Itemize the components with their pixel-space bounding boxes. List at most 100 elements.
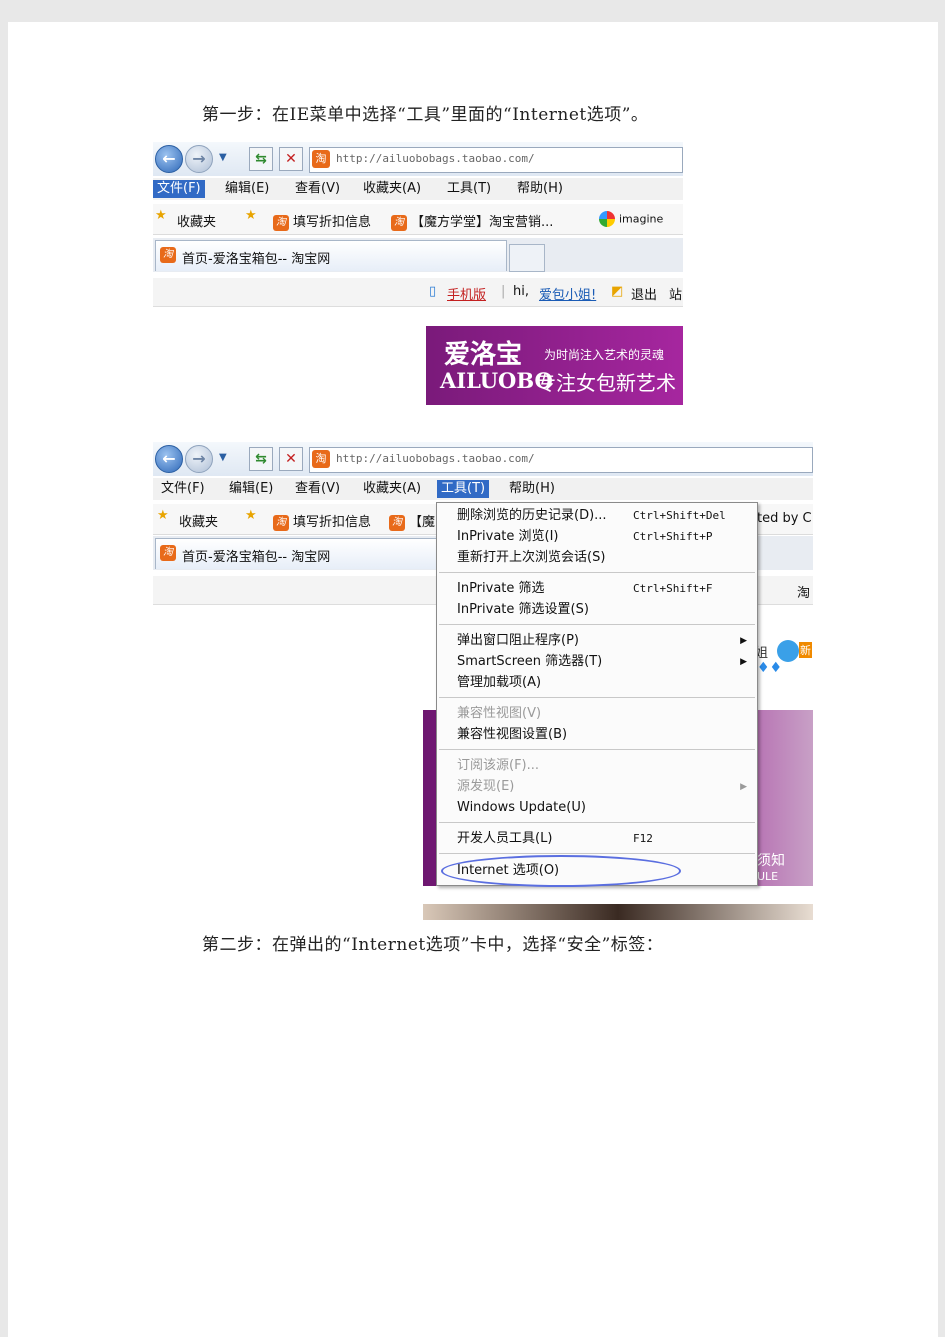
fav-link-1[interactable]: 淘填写折扣信息 xyxy=(273,211,371,231)
step1-text: 第一步：在IE菜单中选择“工具”里面的“Internet选项”。 xyxy=(202,105,649,125)
stop-button[interactable]: ✕ xyxy=(279,447,303,471)
back-button[interactable]: ← xyxy=(155,145,183,173)
star-icon: ★ xyxy=(155,208,167,223)
nav-bar: ← → ▼ ⇆ ✕ 淘 http://ailuobobags.taobao.co… xyxy=(153,142,683,176)
menu-inprivate-browse[interactable]: InPrivate 浏览(I) Ctrl+Shift+P xyxy=(457,527,751,547)
fav-extra-text: ted by C xyxy=(757,511,812,526)
menu-subscribe-feed: 订阅该源(F)... xyxy=(457,758,540,773)
taobao-icon: 淘 xyxy=(160,247,176,263)
site-link[interactable]: 站 xyxy=(669,284,682,303)
menu-help[interactable]: 帮助(H) xyxy=(513,180,567,198)
nav-bar: ← → ▼ ⇆ ✕ 淘 http://ailuobobags.taobao.co… xyxy=(153,442,813,476)
tab-title: 首页-爱洛宝箱包-- 淘宝网 xyxy=(182,550,331,565)
favorites-bar: ★ 收藏夹 ★ 淘填写折扣信息 淘【魔方学堂】淘宝营销... imagine xyxy=(153,204,683,235)
menu-reopen-session[interactable]: 重新打开上次浏览会话(S) xyxy=(457,548,751,568)
diamond-icon: ♦♦ xyxy=(757,660,783,676)
chevron-down-icon[interactable]: ▼ xyxy=(219,152,227,163)
address-url: http://ailuobobags.taobao.com/ xyxy=(336,152,535,165)
menu-edit[interactable]: 编辑(E) xyxy=(221,180,273,198)
new-tab-button[interactable] xyxy=(509,244,545,272)
highlight-ellipse xyxy=(441,855,681,887)
tab-bar: 淘 首页-爱洛宝箱包-- 淘宝网 xyxy=(153,238,683,272)
menu-bar: 文件(F) 编辑(E) 查看(V) 收藏夹(A) 工具(T) 帮助(H) xyxy=(153,178,683,200)
notice-text: 须知 xyxy=(757,853,785,869)
step2-text: 第二步：在弹出的“Internet选项”卡中，选择“安全”标签： xyxy=(202,935,664,955)
menu-tools[interactable]: 工具(T) xyxy=(437,480,490,498)
menu-file[interactable]: 文件(F) xyxy=(157,480,209,498)
menu-inprivate-filter[interactable]: InPrivate 筛选 Ctrl+Shift+F xyxy=(457,579,751,599)
menu-developer-tools[interactable]: 开发人员工具(L) F12 xyxy=(457,829,751,849)
menu-feed-discovery: 源发现(E) ▶ xyxy=(457,777,751,797)
chevron-down-icon[interactable]: ▼ xyxy=(219,452,227,463)
menu-tools[interactable]: 工具(T) xyxy=(443,180,495,198)
menu-separator xyxy=(439,572,755,573)
arrow-right-icon: → xyxy=(192,449,206,468)
taobao-icon: 淘 xyxy=(273,214,289,231)
taobao-icon: 淘 xyxy=(391,214,407,231)
fav-link-1[interactable]: 淘填写折扣信息 xyxy=(273,511,371,531)
menu-separator xyxy=(439,822,755,823)
menu-separator xyxy=(439,624,755,625)
brand-cn: 爱洛宝 xyxy=(444,340,523,370)
arrow-left-icon: ← xyxy=(162,149,176,168)
back-button[interactable]: ← xyxy=(155,445,183,473)
divider: | xyxy=(501,284,506,299)
menu-help[interactable]: 帮助(H) xyxy=(505,480,559,498)
fav-link-3[interactable]: imagine xyxy=(599,211,663,227)
menu-manage-addons[interactable]: 管理加载项(A) xyxy=(457,673,751,693)
phone-icon: ▯ xyxy=(429,284,437,299)
rule-text: ULE xyxy=(757,870,779,883)
user-link[interactable]: 爱包小姐! xyxy=(539,284,596,303)
menu-file[interactable]: 文件(F) xyxy=(153,180,205,198)
submenu-arrow-icon: ▶ xyxy=(740,782,747,792)
greeting-text: hi, xyxy=(513,284,529,299)
chat-icon xyxy=(777,640,799,662)
fav-link-2[interactable]: 淘【魔 xyxy=(389,511,435,531)
menu-compat-view: 兼容性视图(V) xyxy=(457,706,542,721)
logout-icon: ◩ xyxy=(611,284,624,299)
mobile-link[interactable]: 手机版 xyxy=(447,284,486,303)
menu-view[interactable]: 查看(V) xyxy=(291,480,344,498)
fav-link-2[interactable]: 淘【魔方学堂】淘宝营销... xyxy=(391,211,553,231)
shop-banner: 爱洛宝 为时尚注入艺术的灵魂 AILUOBO 专注女包新艺术 xyxy=(426,326,683,405)
menu-inprivate-filter-settings[interactable]: InPrivate 筛选设置(S) xyxy=(457,600,751,620)
menu-view[interactable]: 查看(V) xyxy=(291,180,344,198)
add-favorite-icon[interactable]: ★ xyxy=(245,208,257,223)
page-header-bar: ▯ 手机版 | hi, 爱包小姐! ◩ 退出 站 xyxy=(153,278,683,307)
favorites-button[interactable]: 收藏夹 xyxy=(179,511,218,530)
menu-windows-update[interactable]: Windows Update(U) xyxy=(457,798,751,818)
forward-button[interactable]: → xyxy=(185,445,213,473)
cmd-right-text: 淘 xyxy=(797,586,811,601)
refresh-button[interactable]: ⇆ xyxy=(249,147,273,171)
forward-button[interactable]: → xyxy=(185,145,213,173)
stop-button[interactable]: ✕ xyxy=(279,147,303,171)
menu-delete-history[interactable]: 删除浏览的历史记录(D)... Ctrl+Shift+Del xyxy=(457,506,751,526)
star-icon: ★ xyxy=(157,508,169,523)
submenu-arrow-icon: ▶ xyxy=(740,636,747,646)
address-bar[interactable]: 淘 http://ailuobobags.taobao.com/ xyxy=(309,147,683,173)
arrow-left-icon: ← xyxy=(162,449,176,468)
menu-compat-view-settings[interactable]: 兼容性视图设置(B) xyxy=(457,725,751,745)
favorites-button[interactable]: 收藏夹 xyxy=(177,211,216,230)
menu-edit[interactable]: 编辑(E) xyxy=(225,480,277,498)
menu-separator xyxy=(439,697,755,698)
content-image xyxy=(423,904,813,920)
taobao-icon: 淘 xyxy=(273,514,289,531)
tools-menu: 删除浏览的历史记录(D)... Ctrl+Shift+Del InPrivate … xyxy=(436,502,758,887)
refresh-button[interactable]: ⇆ xyxy=(249,447,273,471)
banner-slogan-1: 为时尚注入艺术的灵魂 xyxy=(544,348,665,362)
add-favorite-icon[interactable]: ★ xyxy=(245,508,257,523)
menu-separator xyxy=(439,853,755,854)
menu-favorites[interactable]: 收藏夹(A) xyxy=(359,180,425,198)
menu-smartscreen[interactable]: SmartScreen 筛选器(T) ▶ xyxy=(457,652,751,672)
taobao-icon: 淘 xyxy=(389,514,405,531)
ie-screenshot-1: ← → ▼ ⇆ ✕ 淘 http://ailuobobags.taobao.co… xyxy=(153,142,683,307)
tab-homepage[interactable]: 淘 首页-爱洛宝箱包-- 淘宝网 xyxy=(155,240,507,271)
logout-link[interactable]: 退出 xyxy=(631,284,657,303)
menu-favorites[interactable]: 收藏夹(A) xyxy=(359,480,425,498)
address-bar[interactable]: 淘 http://ailuobobags.taobao.com/ xyxy=(309,447,813,473)
banner-slogan-2: 专注女包新艺术 xyxy=(536,371,676,395)
address-url: http://ailuobobags.taobao.com/ xyxy=(336,452,535,465)
menu-popup-blocker[interactable]: 弹出窗口阻止程序(P) ▶ xyxy=(457,631,751,651)
side-text-b: 新 xyxy=(799,642,812,658)
